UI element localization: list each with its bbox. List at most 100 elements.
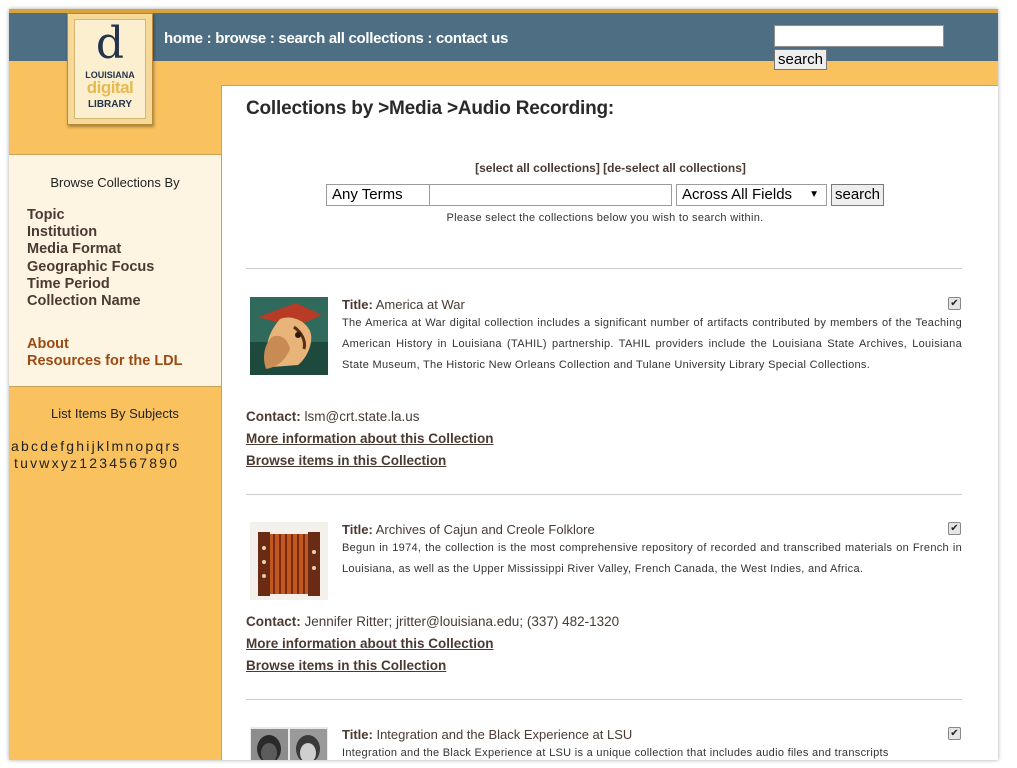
collection-thumbnail[interactable] — [250, 727, 328, 760]
alphabet-link-z[interactable]: z — [70, 455, 79, 471]
header-search-button[interactable]: search — [774, 49, 828, 70]
alphabet-link-6[interactable]: 6 — [129, 455, 139, 471]
collection-contact: Contact: Jennifer Ritter; jritter@louisi… — [246, 614, 619, 629]
alphabet-link-0[interactable]: 0 — [169, 455, 179, 471]
alphabet-link-v[interactable]: v — [30, 455, 39, 471]
alphabet-link-y[interactable]: y — [61, 455, 70, 471]
title-label: Title: — [342, 297, 373, 312]
sidebar-link-time-period[interactable]: Time Period — [27, 276, 110, 292]
term-select-value: Any Terms — [332, 186, 403, 203]
contact-value: Jennifer Ritter; jritter@louisiana.edu; … — [304, 614, 620, 629]
logo-badge: d LOUISIANA digital LIBRARY — [74, 19, 146, 119]
collection-description: Begun in 1974, the collection is the mos… — [342, 542, 962, 575]
search-hint: Please select the collections below you … — [446, 212, 764, 224]
divider — [246, 494, 962, 495]
alphabet-link-x[interactable]: x — [52, 455, 61, 471]
collection-title-value: America at War — [375, 297, 465, 312]
collection-title: Title: Integration and the Black Experie… — [342, 727, 632, 742]
header-search-input[interactable] — [774, 25, 944, 47]
search-button[interactable]: search — [831, 184, 885, 206]
alphabet-link-2[interactable]: 2 — [89, 455, 99, 471]
collection-checkbox[interactable]: ✔ — [948, 297, 961, 310]
nav-search-all-link[interactable]: search all collections — [278, 30, 423, 47]
sidebar-link-about[interactable]: About — [27, 336, 69, 352]
nav-contact-link[interactable]: contact us — [436, 30, 508, 47]
collection-contact: Contact: lsm@crt.state.la.us — [246, 409, 420, 424]
alphabet-link-7[interactable]: 7 — [139, 455, 149, 471]
select-all-link[interactable]: [select all collections] — [475, 161, 600, 175]
more-info-link[interactable]: More information about this Collection — [246, 431, 494, 446]
divider — [246, 268, 962, 269]
alphabet-link-u[interactable]: u — [20, 455, 30, 471]
field-select[interactable]: Across All Fields ▼ — [676, 184, 827, 206]
collection-thumbnail[interactable] — [250, 522, 328, 600]
logo-glyph: d — [95, 18, 125, 69]
title-label: Title: — [342, 727, 373, 742]
collection-thumbnail[interactable] — [250, 297, 328, 375]
sidebar-link-topic[interactable]: Topic — [27, 207, 65, 223]
divider — [246, 699, 962, 700]
collection-title: Title: Archives of Cajun and Creole Folk… — [342, 522, 595, 537]
search-input[interactable] — [429, 184, 672, 206]
deselect-all-link[interactable]: [de-select all collections] — [603, 161, 746, 175]
sidebar-link-collection-name[interactable]: Collection Name — [27, 293, 141, 309]
alphabet-link-3[interactable]: 3 — [99, 455, 109, 471]
alphabet-link-q[interactable]: q — [155, 438, 165, 454]
alphabet-link-d[interactable]: d — [40, 438, 50, 454]
nav-browse-link[interactable]: browse — [215, 30, 266, 47]
select-links: [select all collections] [de-select all … — [222, 161, 998, 175]
alphabet-link-p[interactable]: p — [145, 438, 155, 454]
alphabet-link-c[interactable]: c — [31, 438, 40, 454]
alphabet-link-h[interactable]: h — [76, 438, 86, 454]
browse-items-link[interactable]: Browse items in this Collection — [246, 453, 446, 468]
alphabet-link-1[interactable]: 1 — [79, 455, 89, 471]
contact-label: Contact: — [246, 614, 301, 629]
alphabet-index-row-2: tuvwxyz1234567890 — [14, 455, 226, 471]
alphabet-link-o[interactable]: o — [135, 438, 145, 454]
alphabet-index-row-1: abcdefghijklmnopqrs — [11, 438, 223, 454]
dropdown-arrow-icon: ▼ — [809, 189, 819, 200]
collection-description: Integration and the Black Experience at … — [342, 747, 889, 759]
alphabet-link-g[interactable]: g — [66, 438, 76, 454]
contact-value: lsm@crt.state.la.us — [304, 409, 420, 424]
page-title: Collections by >Media >Audio Recording: — [246, 98, 615, 119]
sidebar-link-institution[interactable]: Institution — [27, 224, 97, 240]
collection-title-value: Archives of Cajun and Creole Folklore — [375, 522, 595, 537]
alphabet-link-m[interactable]: m — [111, 438, 125, 454]
alphabet-link-8[interactable]: 8 — [149, 455, 159, 471]
alphabet-link-a[interactable]: a — [11, 438, 21, 454]
sidebar-link-media-format[interactable]: Media Format — [27, 241, 121, 257]
alphabet-link-s[interactable]: s — [172, 438, 181, 454]
site-logo[interactable]: d LOUISIANA digital LIBRARY — [67, 13, 153, 125]
browse-heading: Browse Collections By — [50, 175, 180, 190]
alphabet-link-9[interactable]: 9 — [159, 455, 169, 471]
header-bar: home : browse : search all collections :… — [9, 9, 998, 70]
list-subjects-heading: List Items By Subjects — [51, 406, 179, 421]
alphabet-link-e[interactable]: e — [50, 438, 60, 454]
nav-separator: : — [423, 30, 436, 47]
alphabet-link-b[interactable]: b — [21, 438, 31, 454]
browse-items-link[interactable]: Browse items in this Collection — [246, 658, 446, 673]
main-content: Collections by >Media >Audio Recording: … — [221, 85, 998, 760]
alphabet-link-5[interactable]: 5 — [119, 455, 129, 471]
collection-item: Title: America at War ✔ The America at W… — [246, 297, 964, 477]
nav-home-link[interactable]: home — [164, 30, 203, 47]
contact-label: Contact: — [246, 409, 301, 424]
browser-page: home : browse : search all collections :… — [9, 9, 998, 760]
sidebar-link-geographic-focus[interactable]: Geographic Focus — [27, 259, 154, 275]
alphabet-link-w[interactable]: w — [39, 455, 51, 471]
title-label: Title: — [342, 522, 373, 537]
alphabet-link-n[interactable]: n — [125, 438, 135, 454]
more-info-link[interactable]: More information about this Collection — [246, 636, 494, 651]
collection-checkbox[interactable]: ✔ — [948, 522, 961, 535]
collection-item: Title: Archives of Cajun and Creole Folk… — [246, 522, 964, 682]
top-navigation: home : browse : search all collections :… — [164, 30, 508, 47]
logo-text-digital: digital — [86, 78, 134, 97]
sidebar-link-resources[interactable]: Resources for the LDL — [27, 353, 183, 369]
browse-collections-panel: Browse Collections By Topic Institution … — [9, 154, 221, 387]
collection-title: Title: America at War — [342, 297, 465, 312]
alphabet-link-k[interactable]: k — [97, 438, 106, 454]
alphabet-link-4[interactable]: 4 — [109, 455, 119, 471]
collection-checkbox[interactable]: ✔ — [948, 727, 961, 740]
nav-separator: : — [265, 30, 279, 47]
